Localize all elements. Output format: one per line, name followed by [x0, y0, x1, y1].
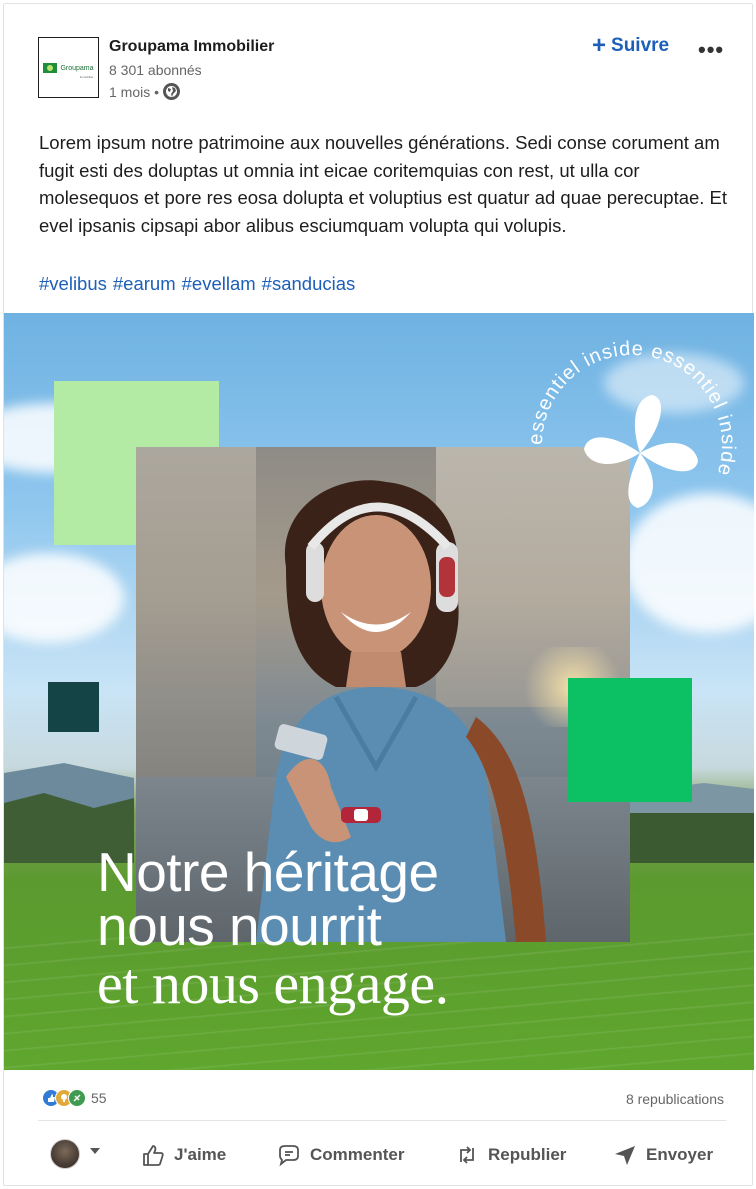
like-button[interactable]: J'aime — [140, 1142, 226, 1168]
logo-mark-icon — [43, 62, 58, 73]
logo-text: Groupama — [60, 64, 94, 72]
celebrate-reaction-icon — [68, 1089, 86, 1107]
thumbs-up-icon — [143, 1145, 164, 1166]
globe-icon — [163, 83, 181, 100]
hashtag-link[interactable]: #earum — [113, 273, 176, 295]
chevron-down-icon[interactable] — [90, 1148, 100, 1154]
send-icon — [615, 1146, 635, 1165]
more-options-icon[interactable]: ••• — [698, 37, 724, 63]
repost-label: Republier — [488, 1145, 567, 1164]
post-age-text: 1 mois • — [109, 83, 160, 100]
repost-count[interactable]: 8 republications — [626, 1091, 724, 1107]
hashtag-link[interactable]: #velibus — [39, 273, 107, 295]
hero-headline: Notre héritage nous nourrit et nous enga… — [97, 845, 449, 1015]
company-name[interactable]: Groupama Immobilier — [109, 38, 274, 56]
post-body: Lorem ipsum notre patrimoine aux nouvell… — [39, 132, 728, 236]
follower-count: 8 301 abonnés — [109, 62, 202, 78]
decor-square-green — [568, 678, 692, 802]
post-image[interactable]: essentiel inside essentiel inside Notre … — [4, 313, 754, 1070]
action-bar: J'aime Commenter Republier Envoyer — [4, 1134, 754, 1184]
plus-icon: + — [592, 32, 607, 59]
headline-line-2: nous nourrit — [97, 895, 382, 957]
comment-label: Commenter — [310, 1145, 405, 1164]
flower-icon — [584, 395, 698, 508]
send-label: Envoyer — [646, 1145, 714, 1164]
reaction-count: 55 — [91, 1090, 107, 1106]
headline-line-3: et nous engage. — [97, 951, 449, 1016]
like-label: J'aime — [174, 1145, 227, 1164]
company-logo[interactable]: Groupama Immobilier — [38, 37, 99, 98]
essentiel-inside-badge: essentiel inside essentiel inside — [525, 338, 739, 508]
comment-icon — [279, 1145, 299, 1167]
decor-square-dark-teal — [48, 682, 99, 732]
repost-icon — [460, 1146, 474, 1164]
send-button[interactable]: Envoyer — [612, 1142, 713, 1168]
cloud — [4, 553, 124, 643]
hashtags: #velibus #earum #evellam #sanducias — [39, 273, 355, 295]
svg-text:essentiel inside essentiel ins: essentiel inside essentiel inside — [525, 338, 739, 479]
follow-button[interactable]: + Suivre — [592, 34, 669, 58]
divider — [38, 1120, 726, 1121]
headline-line-1: Notre héritage — [97, 841, 439, 903]
post-card: Groupama Immobilier Groupama Immobilier … — [3, 3, 754, 1186]
post-age: 1 mois • — [109, 83, 181, 100]
repost-button[interactable]: Republier — [454, 1142, 566, 1168]
hashtag-link[interactable]: #evellam — [182, 273, 256, 295]
hashtag-link[interactable]: #sanducias — [262, 273, 356, 295]
badge-text: essentiel inside essentiel inside — [525, 338, 738, 479]
follow-label: Suivre — [611, 35, 670, 56]
comment-button[interactable]: Commenter — [276, 1142, 404, 1168]
reactions-summary[interactable]: 55 — [42, 1089, 107, 1107]
logo-subtext: Immobilier — [79, 74, 94, 79]
avatar[interactable] — [50, 1139, 80, 1169]
